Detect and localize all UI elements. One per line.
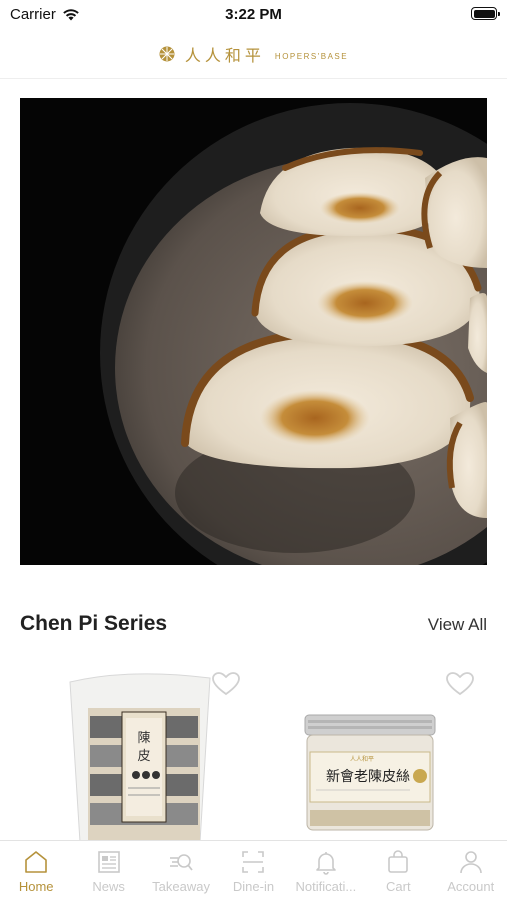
battery-icon	[471, 7, 500, 20]
home-icon	[25, 851, 48, 873]
dine-in-icon	[242, 851, 265, 873]
svg-text:皮: 皮	[137, 749, 150, 764]
tab-home[interactable]: Home	[0, 841, 72, 900]
app-header: 人人和平 HOPERS'BASE	[0, 36, 507, 72]
tab-takeaway[interactable]: Takeaway	[145, 841, 217, 900]
favorite-heart-icon[interactable]	[212, 672, 240, 696]
tab-news[interactable]: News	[72, 841, 144, 900]
bottom-tab-bar: Home News Takeaway Dine-in Notificati...…	[0, 840, 507, 900]
favorite-heart-icon[interactable]	[446, 672, 474, 696]
product-card-2[interactable]: 人人和平 新會老陳皮絲	[290, 660, 490, 842]
product-card-1[interactable]: 陳 皮	[40, 660, 240, 842]
svg-text:新會老陳皮絲: 新會老陳皮絲	[326, 769, 410, 785]
view-all-link[interactable]: View All	[428, 615, 487, 635]
product-image-chen-pi-pouch: 陳 皮	[69, 673, 211, 842]
tab-cart-label: Cart	[386, 879, 411, 894]
clock: 3:22 PM	[225, 6, 282, 23]
cart-icon	[388, 850, 409, 873]
svg-text:人人和平: 人人和平	[350, 755, 374, 763]
tab-news-label: News	[92, 879, 125, 894]
header-divider	[0, 78, 507, 79]
banner-carousel[interactable]	[20, 98, 487, 565]
tab-home-label: Home	[18, 879, 54, 894]
news-icon	[97, 851, 120, 873]
section-title: Chen Pi Series	[20, 612, 168, 635]
tab-account[interactable]: Account	[435, 841, 507, 900]
brand-name-chinese: 人人和平	[184, 46, 265, 65]
svg-text:陳: 陳	[137, 731, 150, 746]
tab-dine-in[interactable]: Dine-in	[217, 841, 289, 900]
tab-takeaway-label: Takeaway	[152, 879, 210, 894]
takeaway-icon	[170, 854, 193, 871]
account-icon	[459, 851, 482, 874]
tab-cart[interactable]: Cart	[362, 841, 434, 900]
tab-dine-in-label: Dine-in	[232, 879, 275, 894]
status-bar: Carrier 3:22 PM	[0, 0, 507, 28]
tab-account-label: Account	[447, 879, 495, 894]
bell-icon	[316, 852, 336, 875]
banner-image	[20, 98, 487, 565]
tab-notifications-label: Notificati...	[295, 879, 357, 894]
tab-notifications[interactable]: Notificati...	[290, 841, 362, 900]
brand-logo-icon	[159, 46, 175, 62]
brand-name-english: HOPERS'BASE	[274, 51, 349, 61]
